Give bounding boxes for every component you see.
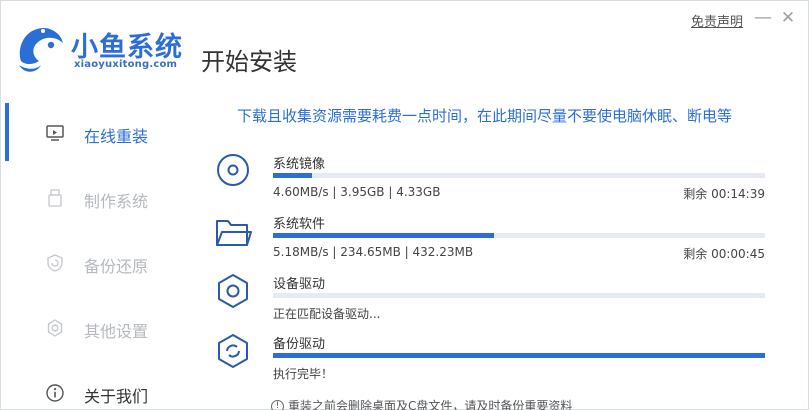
task-status: 执行完毕！: [273, 367, 334, 381]
footer-warning: ! 重装之前会删除桌面及C盘文件，请及时备份重要资料: [271, 397, 572, 410]
minimize-button[interactable]: —: [753, 7, 773, 29]
progress-fill: [273, 353, 765, 358]
task-name: 设备驱动: [273, 277, 326, 292]
task-remaining: 剩余 00:14:39: [683, 187, 765, 201]
fish-logo-icon: [19, 27, 63, 72]
task-name: 备份驱动: [273, 337, 326, 352]
installer-window: 小鱼系统 xiaoyuxitong.com 开始安装 免责声明 — ✕ 在线重装…: [0, 0, 809, 410]
task-system-software: 系统软件 5.18MB/s | 234.65MB | 432.23MB 剩余 0…: [211, 213, 771, 271]
task-status: 正在匹配设备驱动...: [273, 307, 381, 321]
brand-logo: 小鱼系统 xiaoyuxitong.com: [15, 21, 195, 81]
progress-fill: [273, 173, 313, 178]
sidebar-item-label: 在线重装: [84, 127, 149, 146]
active-indicator: [5, 103, 9, 161]
sidebar-item-backup-restore[interactable]: 备份还原: [1, 231, 191, 291]
footer-warning-text: 重装之前会删除桌面及C盘文件，请及时备份重要资料: [288, 399, 573, 410]
task-device-driver: 设备驱动 正在匹配设备驱动...: [211, 273, 771, 331]
close-button[interactable]: ✕: [778, 7, 798, 29]
sidebar-item-label: 备份还原: [84, 257, 149, 276]
sidebar-item-about-us[interactable]: 关于我们: [1, 361, 191, 410]
progress-track: [273, 353, 765, 358]
sidebar-item-make-system[interactable]: 制作系统: [1, 166, 191, 226]
progress-track: [273, 173, 765, 178]
info-icon: [46, 384, 64, 402]
task-backup-driver: 备份驱动 执行完毕！: [211, 333, 771, 391]
sidebar-item-online-reinstall[interactable]: 在线重装: [1, 101, 191, 161]
folder-icon: [216, 220, 252, 246]
sidebar-item-other-settings[interactable]: 其他设置: [1, 296, 191, 356]
disc-icon: [217, 154, 249, 186]
disclaimer-link[interactable]: 免责声明: [691, 11, 743, 30]
task-status: 5.18MB/s | 234.65MB | 432.23MB: [273, 245, 474, 259]
task-name: 系统软件: [273, 217, 326, 232]
task-system-image: 系统镜像 4.60MB/s | 3.95GB | 4.33GB 剩余 00:14…: [211, 153, 771, 211]
progress-track: [273, 233, 765, 238]
gear-icon: [218, 274, 248, 308]
progress-fill: [273, 233, 495, 238]
sidebar: 在线重装 制作系统 备份还原 其他设置 关于我们: [1, 99, 191, 410]
sidebar-item-label: 制作系统: [84, 192, 149, 211]
page-title: 开始安装: [201, 48, 297, 76]
sidebar-item-label: 关于我们: [84, 387, 149, 406]
brand-url: xiaoyuxitong.com: [74, 59, 178, 70]
info-icon: !: [271, 400, 284, 410]
gear-sync-icon: [218, 334, 248, 368]
settings-icon: [47, 319, 63, 337]
monitor-icon: [46, 125, 64, 141]
install-notice: 下载且收集资源需要耗费一点时间，在此期间尽量不要使电脑休眠、断电等: [237, 107, 733, 125]
task-name: 系统镜像: [273, 157, 326, 172]
usb-drive-icon: [48, 189, 62, 207]
restore-icon: [47, 254, 63, 272]
sidebar-item-label: 其他设置: [84, 322, 149, 341]
task-remaining: 剩余 00:00:45: [683, 247, 765, 261]
progress-track: [273, 293, 765, 298]
task-status: 4.60MB/s | 3.95GB | 4.33GB: [273, 185, 441, 199]
